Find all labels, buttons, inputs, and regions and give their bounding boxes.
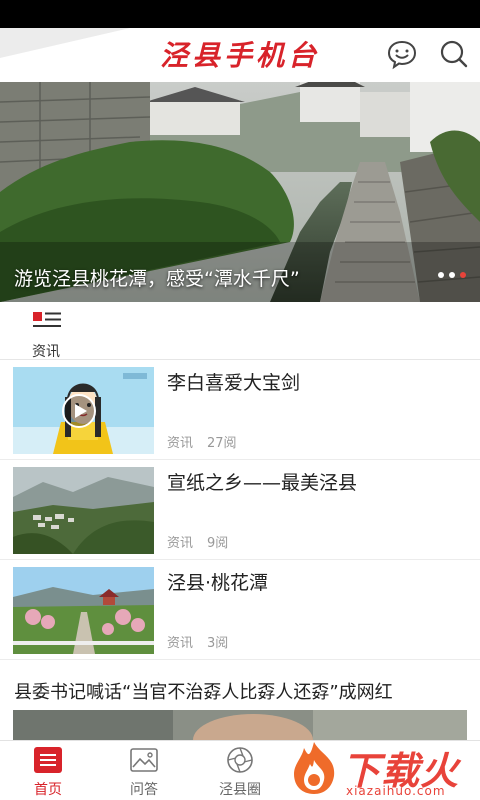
tab-news[interactable]: 资讯 <box>32 341 60 361</box>
headline-title[interactable]: 县委书记喊话“当官不治孬人比孬人还孬”成网红 <box>14 678 393 704</box>
news-meta: 资讯 27阅 <box>167 432 237 451</box>
news-list-item[interactable]: 李白喜爱大宝剑 资讯 27阅 <box>0 360 480 460</box>
news-read-count: 3阅 <box>207 636 229 651</box>
search-icon[interactable] <box>438 38 470 70</box>
play-icon[interactable] <box>61 393 97 429</box>
aperture-icon <box>226 747 254 773</box>
watermark-logo: 下载火 xiazaihuo.com <box>284 738 480 800</box>
news-list-item[interactable]: 泾县·桃花潭 资讯 3阅 <box>0 560 480 660</box>
tab-label: 问答 <box>130 782 158 798</box>
news-list-item[interactable]: 宣纸之乡——最美泾县 资讯 9阅 <box>0 460 480 560</box>
watermark-url: xiazaihuo.com <box>346 784 446 798</box>
news-thumbnail <box>13 567 154 654</box>
news-title[interactable]: 泾县·桃花潭 <box>167 568 268 595</box>
tab-label: 泾县圈 <box>219 782 261 798</box>
news-read-count: 27阅 <box>207 436 237 451</box>
headline-image[interactable] <box>13 710 467 740</box>
news-title[interactable]: 李白喜爱大宝剑 <box>167 368 300 395</box>
news-thumbnail <box>13 467 154 554</box>
qa-image-icon <box>130 747 158 773</box>
chat-bubble-icon[interactable] <box>386 38 418 70</box>
carousel-dot-active <box>460 272 466 278</box>
news-category: 资讯 <box>167 636 194 651</box>
tab-label: 首页 <box>34 782 62 798</box>
news-read-count: 9阅 <box>207 536 229 551</box>
carousel-indicator <box>438 272 466 278</box>
news-category: 资讯 <box>167 536 194 551</box>
tab-circle[interactable]: 泾县圈 <box>192 741 288 800</box>
news-section-icon <box>33 312 61 332</box>
news-meta: 资讯 3阅 <box>167 632 228 651</box>
section-tab-bar: 资讯 <box>0 302 480 360</box>
news-category: 资讯 <box>167 436 194 451</box>
news-thumbnail <box>13 367 154 454</box>
news-meta: 资讯 9阅 <box>167 532 228 551</box>
tab-qa[interactable]: 问答 <box>96 741 192 800</box>
news-title[interactable]: 宣纸之乡——最美泾县 <box>167 468 357 495</box>
status-bar <box>0 0 480 28</box>
tab-home[interactable]: 首页 <box>0 741 96 800</box>
carousel-dot <box>449 272 455 278</box>
banner-caption[interactable]: 游览泾县桃花潭，感受“潭水千尺” <box>14 264 300 291</box>
flame-icon <box>294 742 335 794</box>
carousel-dot <box>438 272 444 278</box>
app-header: 泾县手机台 <box>0 28 480 82</box>
home-list-icon <box>34 747 62 773</box>
